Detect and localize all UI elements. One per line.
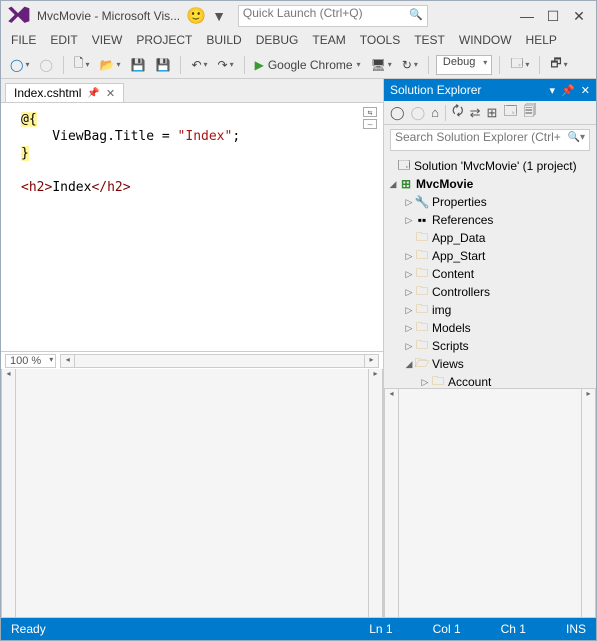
sync-icon[interactable]: 🗘 [452, 102, 464, 124]
home-icon[interactable]: ⌂ [431, 105, 439, 120]
quick-launch-input[interactable]: Quick Launch (Ctrl+Q) [238, 5, 428, 27]
editor-split-controls[interactable]: ⇆— [363, 107, 377, 129]
document-tab[interactable]: Index.cshtml 📌 ✕ [5, 83, 124, 102]
status-col: Col 1 [433, 622, 461, 636]
start-debug-button[interactable]: ▶ Google Chrome ▾ [252, 54, 364, 76]
content-folder[interactable]: ▷🗀Content [384, 265, 596, 283]
editor-footer: 100 % ◂▸ [1, 351, 383, 369]
views-folder[interactable]: ◢🗁Views [384, 355, 596, 373]
extra-button[interactable]: 🗗 [547, 54, 570, 76]
configuration-dropdown[interactable]: Debug [436, 55, 492, 75]
code-razor-at: @ [21, 112, 29, 127]
close-window-icon[interactable]: ✕ [581, 84, 590, 97]
status-ins: INS [566, 622, 586, 636]
references-node[interactable]: ▷▪▪References [384, 211, 596, 229]
maximize-button[interactable]: ☐ [540, 5, 566, 27]
menu-project[interactable]: PROJECT [136, 33, 192, 51]
properties-icon[interactable]: 🗔 [503, 102, 517, 124]
pin-window-icon[interactable]: 📌 [561, 84, 575, 97]
solution-scrollbar[interactable]: ◂▸ [384, 388, 596, 619]
code-semi: ; [232, 129, 240, 144]
menu-file[interactable]: FILE [11, 33, 36, 51]
minimize-button[interactable]: — [514, 5, 540, 27]
pin-icon[interactable]: 📌 [87, 88, 99, 99]
save-button[interactable]: 💾 [128, 54, 149, 76]
app-start-folder[interactable]: ▷🗀App_Start [384, 247, 596, 265]
code-string: "Index" [178, 129, 233, 144]
status-bar: Ready Ln 1 Col 1 Ch 1 INS [1, 618, 596, 640]
menu-view[interactable]: VIEW [92, 33, 123, 51]
code-h2-open: <h2> [21, 180, 52, 195]
controllers-folder[interactable]: ▷🗀Controllers [384, 283, 596, 301]
models-folder[interactable]: ▷🗀Models [384, 319, 596, 337]
menu-help[interactable]: HELP [526, 33, 557, 51]
close-button[interactable]: ✕ [566, 5, 592, 27]
feedback-icon[interactable]: 🙂 [186, 6, 206, 26]
publish-button[interactable]: 🗔 [507, 54, 532, 76]
code-h2-text: Index [52, 180, 91, 195]
close-tab-icon[interactable]: ✕ [106, 87, 115, 100]
main-toolbar: ◯ ◯ 🗋 📂 💾 💾 ↶ ↷ ▶ Google Chrome ▾ 🖥 ↻ De… [1, 51, 596, 79]
save-all-button[interactable]: 💾 [152, 54, 173, 76]
open-file-button[interactable]: 📂 [97, 54, 124, 76]
editor-bottom-scrollbar[interactable]: ◂▸ [1, 369, 383, 618]
menu-window[interactable]: WINDOW [459, 33, 512, 51]
show-all-icon[interactable]: 🗐 [524, 102, 537, 124]
code-brace-close: } [21, 146, 29, 161]
notifications-icon[interactable]: ▼ [212, 8, 226, 24]
menu-tools[interactable]: TOOLS [360, 33, 400, 51]
menu-build[interactable]: BUILD [206, 33, 241, 51]
tab-title: Index.cshtml [14, 86, 81, 100]
solution-search-input[interactable]: Search Solution Explorer (Ctrl+ [390, 129, 590, 151]
solution-explorer-title-bar[interactable]: Solution Explorer ▾ 📌 ✕ [384, 79, 596, 101]
play-icon: ▶ [255, 58, 264, 72]
code-viewbag: ViewBag.Title = [21, 129, 178, 144]
menu-bar: FILE EDIT VIEW PROJECT BUILD DEBUG TEAM … [1, 31, 596, 51]
new-project-button[interactable]: 🗋 [71, 54, 93, 76]
status-ready: Ready [11, 622, 46, 636]
horizontal-scrollbar[interactable]: ◂▸ [60, 354, 379, 368]
window-menu-icon[interactable]: ▾ [550, 84, 556, 97]
run-target-label: Google Chrome [268, 58, 353, 72]
img-folder[interactable]: ▷🗀img [384, 301, 596, 319]
account-folder[interactable]: ▷🗀Account [384, 373, 596, 388]
collapse-icon[interactable]: ⊞ [487, 105, 498, 121]
code-editor[interactable]: ⇆— @{ ViewBag.Title = "Index"; } <h2>Ind… [1, 103, 383, 351]
solution-explorer-title: Solution Explorer [390, 83, 481, 97]
menu-test[interactable]: TEST [414, 33, 445, 51]
menu-team[interactable]: TEAM [312, 33, 345, 51]
solution-explorer: Solution Explorer ▾ 📌 ✕ ◯ ◯ ⌂ 🗘 ⇄ ⊞ 🗔 🗐 … [384, 79, 596, 618]
back-icon[interactable]: ◯ [390, 105, 405, 121]
browser-link-button[interactable]: 🖥 [368, 54, 395, 76]
scripts-folder[interactable]: ▷🗀Scripts [384, 337, 596, 355]
project-node[interactable]: ◢⊞MvcMovie [384, 175, 596, 193]
refresh-icon[interactable]: ⇄ [470, 105, 481, 121]
menu-debug[interactable]: DEBUG [256, 33, 299, 51]
nav-back-button[interactable]: ◯ [7, 54, 32, 76]
zoom-dropdown[interactable]: 100 % [5, 354, 56, 368]
solution-root[interactable]: 🗔Solution 'MvcMovie' (1 project) [384, 157, 596, 175]
properties-node[interactable]: ▷🔧Properties [384, 193, 596, 211]
refresh-button[interactable]: ↻ [399, 54, 421, 76]
title-bar: MvcMovie - Microsoft Vis... 🙂 ▼ Quick La… [1, 1, 596, 31]
undo-button[interactable]: ↶ [188, 54, 210, 76]
status-line: Ln 1 [369, 622, 392, 636]
window-title: MvcMovie - Microsoft Vis... [37, 9, 180, 23]
menu-edit[interactable]: EDIT [50, 33, 77, 51]
vs-logo-icon [5, 5, 31, 27]
solution-tree: 🗔Solution 'MvcMovie' (1 project) ◢⊞MvcMo… [384, 155, 596, 388]
code-h2-close: </h2> [91, 180, 130, 195]
app-data-folder[interactable]: 🗀App_Data [384, 229, 596, 247]
forward-icon[interactable]: ◯ [411, 105, 426, 121]
status-ch: Ch 1 [501, 622, 526, 636]
solution-toolbar: ◯ ◯ ⌂ 🗘 ⇄ ⊞ 🗔 🗐 [384, 101, 596, 125]
document-tabstrip: Index.cshtml 📌 ✕ [1, 79, 383, 103]
nav-forward-button[interactable]: ◯ [36, 54, 55, 76]
code-brace-open: { [29, 112, 37, 127]
editor-pane: Index.cshtml 📌 ✕ ⇆— @{ ViewBag.Title = "… [1, 79, 384, 618]
redo-button[interactable]: ↷ [215, 54, 237, 76]
